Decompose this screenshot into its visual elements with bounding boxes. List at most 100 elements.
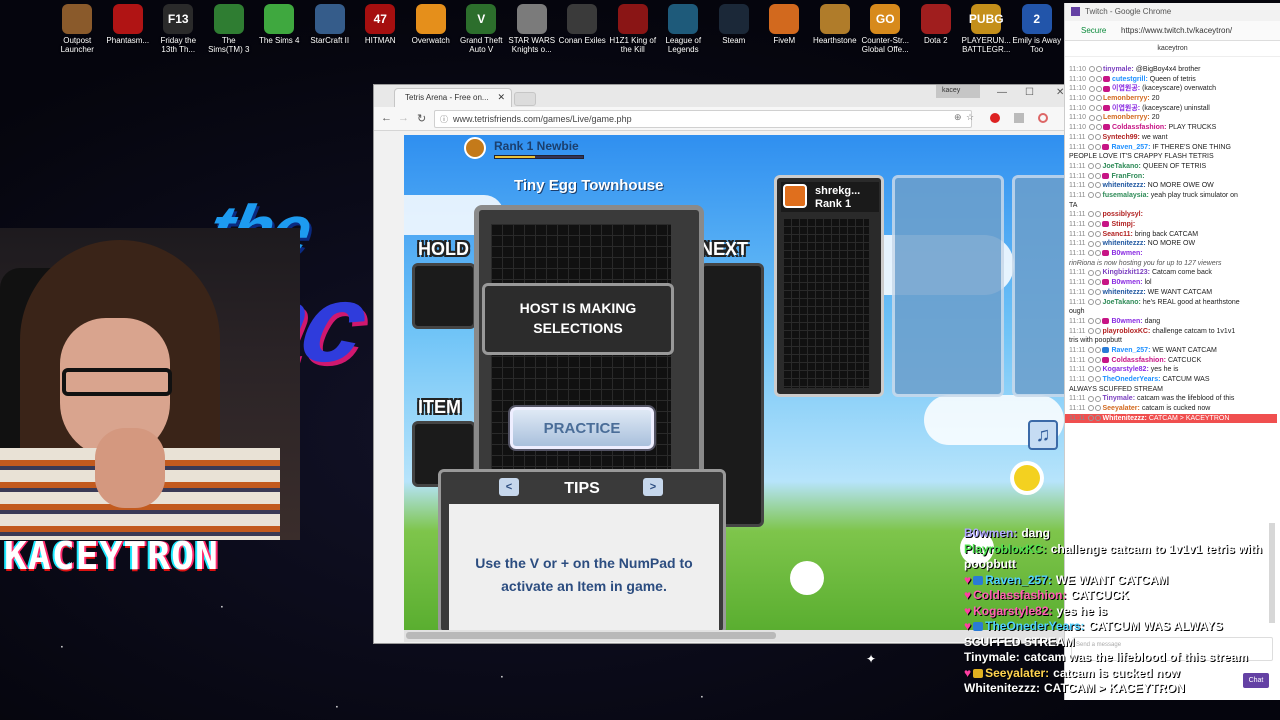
mod-action-icon[interactable] — [1096, 114, 1102, 121]
mod-action-icon[interactable] — [1095, 240, 1102, 247]
chat-username[interactable]: Tinymale: — [1102, 395, 1135, 402]
mod-action-icon[interactable] — [1088, 221, 1095, 228]
profile-chip[interactable]: kacey — [936, 85, 980, 98]
mod-action-icon[interactable] — [1088, 133, 1095, 140]
tips-next-icon[interactable]: > — [643, 478, 663, 496]
mod-action-icon[interactable] — [1088, 414, 1095, 421]
mod-action-icon[interactable] — [1095, 414, 1102, 421]
chat-username[interactable]: tinymale: — [1103, 66, 1134, 73]
chat-username[interactable]: Raven_257: — [1111, 144, 1150, 151]
maximize-icon[interactable]: ☐ — [1025, 87, 1034, 98]
mod-action-icon[interactable] — [1088, 395, 1095, 402]
mod-action-icon[interactable] — [1088, 356, 1095, 363]
mod-action-icon[interactable] — [1088, 192, 1095, 199]
mod-action-icon[interactable] — [1095, 288, 1102, 295]
mod-action-icon[interactable] — [1095, 182, 1102, 189]
desktop-icon[interactable]: Steam — [709, 4, 760, 66]
mod-action-icon[interactable] — [1088, 250, 1095, 257]
chat-username[interactable]: whitenitezzz: — [1102, 240, 1145, 247]
desktop-icon[interactable]: StarCraft II — [305, 4, 356, 66]
desktop-icon[interactable]: 2 Emily is Away Too — [1012, 4, 1063, 66]
browser-tab[interactable]: Tetris Arena - Free on... ✕ — [394, 88, 512, 107]
mod-action-icon[interactable] — [1095, 356, 1102, 363]
mod-action-icon[interactable] — [1095, 395, 1102, 402]
chat-username[interactable]: Seanc11: — [1102, 231, 1132, 238]
mod-action-icon[interactable] — [1089, 104, 1095, 111]
mod-action-icon[interactable] — [1095, 211, 1102, 218]
mod-action-icon[interactable] — [1095, 172, 1102, 179]
mod-action-icon[interactable] — [1088, 211, 1095, 218]
back-icon[interactable]: ← — [381, 112, 392, 124]
mod-action-icon[interactable] — [1096, 104, 1102, 111]
desktop-icon[interactable]: Dota 2 — [911, 4, 962, 66]
mod-action-icon[interactable] — [1095, 376, 1102, 383]
chat-username[interactable]: Stimpj: — [1111, 221, 1135, 228]
desktop-icon[interactable]: League of Legends — [658, 4, 709, 66]
mod-action-icon[interactable] — [1095, 221, 1102, 228]
chat-username[interactable]: 이엽원공: — [1112, 85, 1140, 92]
mod-action-icon[interactable] — [1095, 347, 1102, 354]
chat-username[interactable]: Kingbizkit123: — [1102, 269, 1149, 276]
desktop-icon[interactable]: GO Counter-Str... Global Offe... — [860, 4, 911, 66]
chat-username[interactable]: Whitenitezzz: — [1102, 415, 1146, 422]
chat-username[interactable]: Lemonberryy: — [1103, 114, 1150, 121]
desktop-icon[interactable]: Phantasm... — [103, 4, 154, 66]
extension-icon[interactable] — [1038, 113, 1048, 123]
mod-action-icon[interactable] — [1088, 172, 1095, 179]
chat-username[interactable]: Seeyalater: — [1102, 405, 1139, 412]
forward-icon[interactable]: → — [398, 112, 409, 124]
mod-action-icon[interactable] — [1089, 124, 1095, 131]
desktop-icon[interactable]: V Grand Theft Auto V — [456, 4, 507, 66]
mod-action-icon[interactable] — [1095, 192, 1102, 199]
desktop-icon[interactable]: 47 HITMAN — [355, 4, 406, 66]
address-bar[interactable]: ⓘ www.tetrisfriends.com/games/Live/game.… — [434, 110, 972, 128]
chat-username[interactable]: Syntech99: — [1102, 134, 1139, 141]
desktop-icon[interactable]: The Sims 4 — [254, 4, 305, 66]
mod-action-icon[interactable] — [1088, 143, 1095, 150]
mod-action-icon[interactable] — [1088, 366, 1095, 373]
tips-prev-icon[interactable]: < — [499, 478, 519, 496]
mod-action-icon[interactable] — [1089, 114, 1095, 121]
mod-action-icon[interactable] — [1088, 298, 1095, 305]
mod-action-icon[interactable] — [1095, 366, 1102, 373]
chat-username[interactable]: 이엽원공: — [1112, 105, 1140, 112]
info-icon[interactable]: ⓘ — [440, 114, 448, 125]
mod-action-icon[interactable] — [1089, 95, 1095, 102]
desktop-icon[interactable]: Conan Exiles — [557, 4, 608, 66]
mod-action-icon[interactable] — [1095, 318, 1102, 325]
chat-username[interactable]: B0wmen: — [1111, 250, 1142, 257]
mod-action-icon[interactable] — [1088, 327, 1095, 334]
chat-username[interactable]: Coldassfashion: — [1112, 124, 1166, 131]
chat-username[interactable]: JoeTakano: — [1102, 163, 1140, 170]
chat-username[interactable]: TheOnederYears: — [1102, 376, 1160, 383]
chat-username[interactable]: Lemonberryy: — [1103, 95, 1150, 102]
extension-icon[interactable] — [1014, 113, 1024, 123]
reload-icon[interactable]: ↻ — [417, 112, 426, 125]
mod-action-icon[interactable] — [1088, 163, 1095, 170]
mod-action-icon[interactable] — [1095, 230, 1102, 237]
desktop-icon[interactable]: F13 Friday the 13th Th... — [153, 4, 204, 66]
chat-username[interactable]: fusemalaysia: — [1102, 192, 1148, 199]
desktop-icon[interactable]: STAR WARS Knights o... — [507, 4, 558, 66]
chat-username[interactable]: Coldassfashion: — [1111, 357, 1165, 364]
chat-username[interactable]: possiblysyl: — [1102, 211, 1142, 218]
chat-username[interactable]: whitenitezzz: — [1102, 182, 1145, 189]
mod-action-icon[interactable] — [1088, 347, 1095, 354]
zoom-icon[interactable]: ⊕ — [954, 112, 962, 123]
mod-action-icon[interactable] — [1095, 269, 1102, 276]
chat-username[interactable]: Raven_257: — [1111, 347, 1150, 354]
chat-address-bar[interactable]: Secure https://www.twitch.tv/kaceytron/ — [1065, 21, 1280, 41]
mod-action-icon[interactable] — [1088, 318, 1095, 325]
desktop-icon[interactable]: PUBG PLAYERUN... BATTLEGR... — [961, 4, 1012, 66]
mod-action-icon[interactable] — [1095, 298, 1102, 305]
mod-action-icon[interactable] — [1089, 75, 1095, 82]
chat-username[interactable]: JoeTakano: — [1102, 299, 1140, 306]
chat-username[interactable]: FranFron: — [1111, 173, 1144, 180]
mod-action-icon[interactable] — [1089, 66, 1095, 73]
mod-action-icon[interactable] — [1088, 182, 1095, 189]
mod-action-icon[interactable] — [1088, 405, 1095, 412]
chat-username[interactable]: B0wmen: — [1111, 279, 1142, 286]
mod-action-icon[interactable] — [1089, 85, 1095, 92]
mod-action-icon[interactable] — [1095, 143, 1102, 150]
mod-action-icon[interactable] — [1095, 163, 1102, 170]
